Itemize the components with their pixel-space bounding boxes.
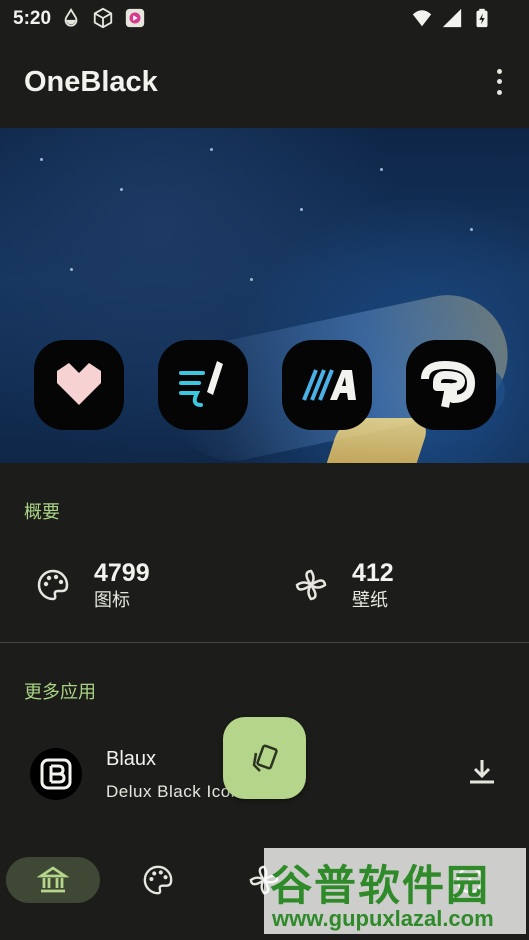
app-bar: OneBlack [0, 36, 529, 128]
overview-section-label: 概要 [24, 502, 60, 522]
header-banner [0, 128, 529, 463]
icons-count-stat[interactable]: 4799 图标 [36, 558, 150, 612]
pinwheel-icon [295, 569, 327, 601]
wifi-icon [412, 10, 432, 27]
wallpapers-count: 412 [352, 559, 394, 587]
more-options-button[interactable] [487, 66, 511, 98]
a-logo-app-icon[interactable] [282, 340, 372, 430]
watermark-title: 谷普软件园 [270, 862, 491, 909]
app-title: OneBlack [24, 66, 158, 98]
nav-home[interactable] [6, 857, 100, 903]
more-vert-icon [496, 68, 502, 74]
battery-charging-icon [476, 8, 488, 28]
droplet-icon [64, 8, 78, 27]
section-divider [0, 642, 529, 643]
palette-icon [143, 865, 173, 895]
cell-signal-icon [442, 8, 462, 28]
palette-icon [37, 569, 69, 601]
cards-icon [252, 744, 278, 772]
watermark-url: www.gupuxlazal.com [272, 906, 494, 931]
download-icon[interactable] [464, 754, 500, 790]
icons-label: 图标 [94, 590, 130, 610]
more-apps-section-label: 更多应用 [24, 682, 96, 702]
video-app-icon [125, 8, 145, 28]
wallpapers-count-stat[interactable]: 412 壁纸 [294, 558, 394, 612]
icons-count: 4799 [94, 559, 150, 587]
blaux-app-icon [30, 748, 82, 800]
watermark: 谷普软件园 www.gupuxlazal.com [264, 848, 526, 934]
notes-app-icon[interactable] [158, 340, 248, 430]
wallpapers-label: 壁纸 [352, 590, 388, 610]
apply-fab-button[interactable] [223, 717, 306, 799]
home-icon [37, 866, 69, 893]
heart-app-icon[interactable] [34, 340, 124, 430]
more-app-name: Blaux [106, 748, 157, 770]
clip-studio-app-icon[interactable] [406, 340, 496, 430]
status-time: 5:20 [13, 8, 52, 29]
nav-icons[interactable] [128, 857, 188, 903]
more-app-description: Delux Black Icons [106, 782, 236, 801]
cube-icon [93, 7, 113, 29]
status-bar: 5:20 [0, 0, 529, 36]
